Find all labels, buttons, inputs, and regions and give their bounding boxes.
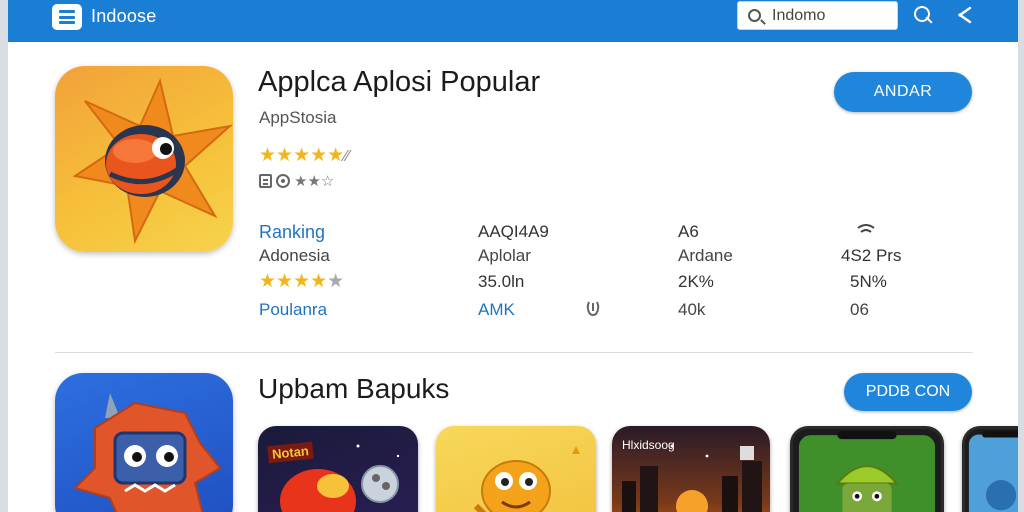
game-art-1 — [280, 444, 400, 512]
ranking-region: Adonesia — [259, 246, 330, 265]
thumb-4[interactable] — [790, 426, 944, 512]
app-badges: ★★☆ — [259, 171, 334, 191]
game-art-2 — [473, 446, 580, 512]
robot-icon — [73, 393, 222, 512]
section-action-button[interactable]: PDDB CON — [844, 373, 972, 411]
search-input[interactable]: Indomo — [737, 1, 898, 30]
app-rating: ★★★★★⁄⁄ — [259, 144, 350, 167]
game-art-5 — [968, 430, 1018, 512]
thumb-2[interactable] — [436, 426, 596, 512]
thumb-3[interactable]: Hlxidsoog — [612, 426, 770, 512]
developer-link[interactable]: AppStosia — [259, 108, 337, 128]
app-title: Applca Aplosi Popular — [258, 66, 541, 98]
ranking-header[interactable]: Ranking — [259, 222, 325, 243]
stat-3-value: 2K% — [678, 272, 714, 291]
rating-stars: ★★★★★ — [259, 145, 345, 166]
search-field-icon — [748, 9, 761, 22]
info-icon — [276, 174, 290, 188]
stat-2-sub: Aplolar — [478, 246, 531, 265]
stat-2-header: AAQI4A9 — [478, 222, 549, 241]
install-button[interactable]: ANDAR — [834, 72, 972, 112]
stat-3-footer: 40k — [678, 300, 706, 319]
ranking-stars-empty: ★ — [327, 271, 345, 292]
search-icon[interactable] — [914, 6, 932, 24]
menu-icon[interactable] — [52, 4, 82, 30]
stat-4-value: 5N% — [850, 272, 887, 291]
thumb-5[interactable] — [962, 426, 1018, 512]
share-icon[interactable] — [956, 6, 974, 24]
section-title: Upbam Bapuks — [258, 373, 450, 404]
popularity-link[interactable]: Poulanra — [259, 300, 327, 320]
brand-name: Indoose — [91, 6, 157, 26]
thumb-3-label: Hlxidsoog — [622, 438, 675, 452]
stat-2-footer[interactable]: AMK — [478, 300, 515, 320]
robot-app-icon[interactable] — [55, 373, 233, 512]
stat-2-value: 35.0ln — [478, 272, 525, 291]
star-icon: ★★☆ — [294, 173, 335, 190]
document-icon — [259, 174, 272, 188]
search-text: Indomo — [772, 7, 826, 24]
clip-icon — [586, 301, 600, 316]
top-bar: Indoose Indomo — [8, 0, 1018, 42]
wifi-icon — [857, 224, 875, 233]
stat-4-sub: 4S2 Prs — [841, 246, 902, 265]
rating-suffix: ⁄⁄ — [344, 148, 350, 165]
stat-3-header: A6 — [678, 222, 699, 241]
ranking-stars: ★★★★★ — [259, 270, 344, 293]
thumb-1[interactable]: Notan — [258, 426, 418, 512]
star-character-icon — [72, 77, 233, 245]
stat-3-sub: Ardane — [678, 246, 733, 265]
stat-4-footer: 06 — [850, 300, 869, 319]
game-art-4 — [798, 431, 936, 512]
section-divider — [55, 352, 973, 353]
app-store-window: Indoose Indomo Applca Aplosi Popular App… — [8, 0, 1018, 512]
ranking-stars-filled: ★★★★ — [259, 271, 328, 292]
app-icon — [55, 66, 233, 252]
